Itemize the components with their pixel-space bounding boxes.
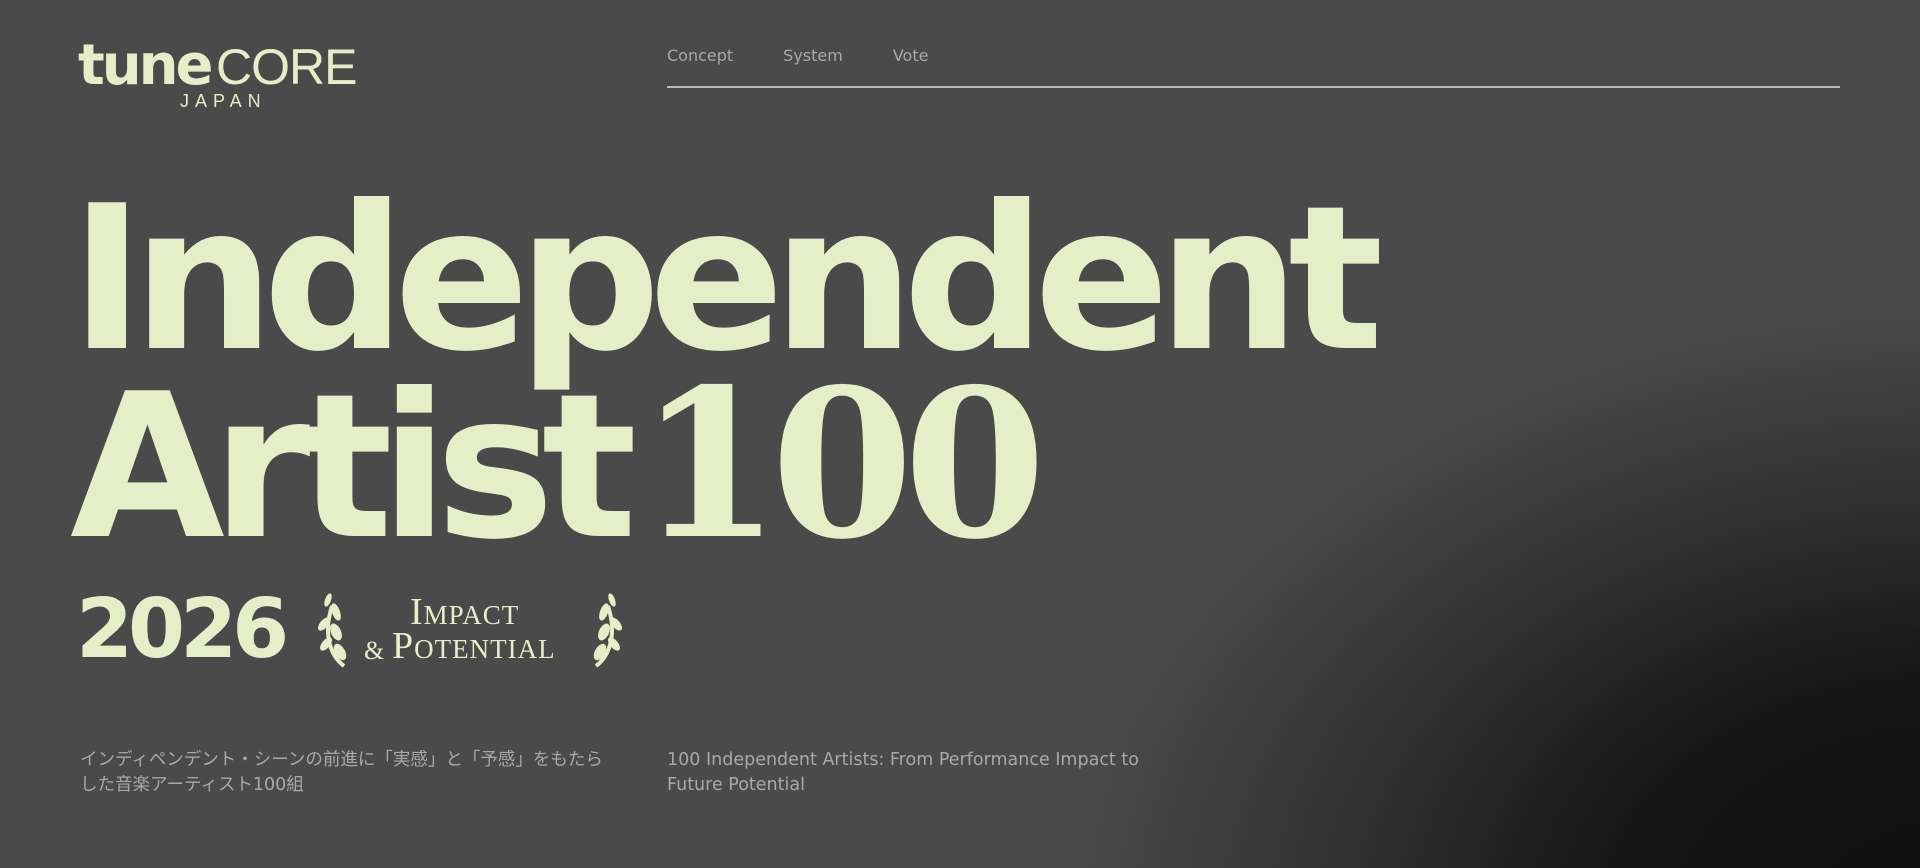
logo-word-japan: JAPAN xyxy=(180,91,267,111)
nav-item-concept[interactable]: Concept xyxy=(667,46,733,65)
badge-ampersand: & xyxy=(364,636,385,665)
nav-item-vote[interactable]: Vote xyxy=(893,46,929,65)
badge-potential: Potential xyxy=(392,625,556,667)
main-nav: Concept System Vote xyxy=(667,46,928,65)
logo-word-tune: tune xyxy=(78,33,212,98)
nav-item-system[interactable]: System xyxy=(783,46,843,65)
description-english: 100 Independent Artists: From Performanc… xyxy=(667,750,1139,795)
hero-year: 2026 xyxy=(76,582,289,677)
laurel-right-icon xyxy=(593,593,622,668)
tunecore-japan-logo[interactable]: tune CORE JAPAN xyxy=(78,32,368,112)
hero-title-number: 100 xyxy=(638,345,1046,585)
impact-potential-badge: Impact & Potential xyxy=(318,592,624,670)
hero-title-line2: Artist100 xyxy=(70,363,1046,568)
hero-title-word: Artist xyxy=(70,351,637,584)
logo-word-core: CORE xyxy=(216,39,356,95)
description-japanese: インディペンデント・シーンの前進に「実感」と「予感」をもたらした音楽アーティスト… xyxy=(80,750,603,795)
nav-divider xyxy=(667,86,1840,88)
laurel-left-icon xyxy=(318,593,347,668)
